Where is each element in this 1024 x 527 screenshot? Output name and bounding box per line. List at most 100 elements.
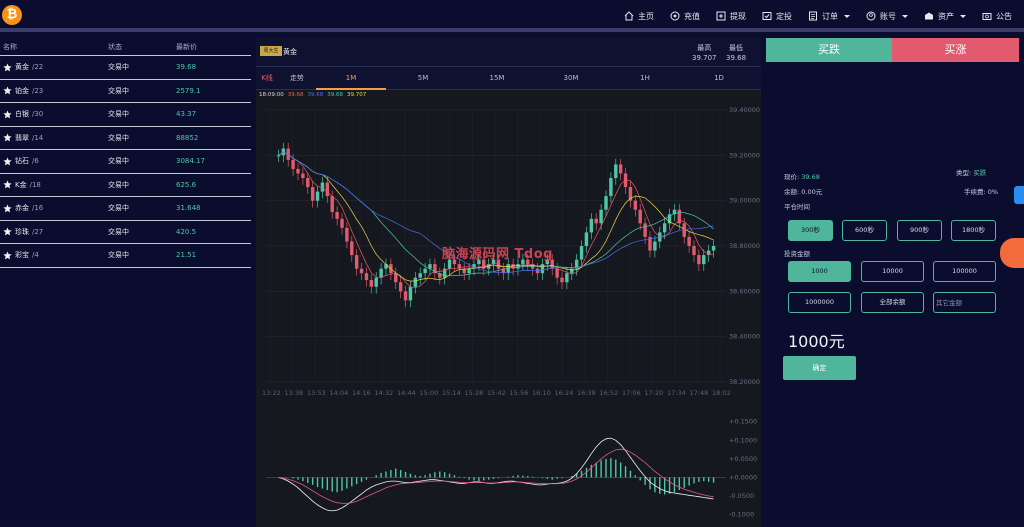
list-item[interactable]: 彩宝/4 交易中 21.51 — [0, 244, 251, 268]
x-tick-label: 13:38 — [285, 389, 304, 397]
amount-option[interactable]: 100000 — [933, 261, 996, 282]
candle-body — [330, 196, 334, 212]
x-tick-label: 16:38 — [577, 389, 596, 397]
candle-body — [711, 246, 716, 251]
candle-body — [413, 277, 418, 287]
nav-label: 账号 — [880, 11, 896, 21]
bitcoin-logo-icon[interactable]: ₿ — [2, 5, 22, 25]
candle-body — [692, 246, 696, 256]
x-tick-label: 17:34 — [667, 389, 686, 397]
close-time-option[interactable]: 1800秒 — [951, 220, 996, 241]
candle-body — [609, 178, 613, 197]
buy-rise-button[interactable]: 买涨 — [892, 38, 1019, 62]
confirm-button[interactable]: 确定 — [783, 356, 856, 380]
candle-body — [394, 273, 398, 283]
amount-option[interactable]: 全部余额 — [861, 292, 924, 313]
macd-tick-label: -0.1000 — [729, 511, 754, 519]
custom-amount-input[interactable] — [933, 292, 996, 313]
x-tick-label: 17:48 — [690, 389, 709, 397]
list-item[interactable]: 白银/30 交易中 43.37 — [0, 103, 251, 127]
amount-option[interactable]: 1000000 — [788, 292, 851, 313]
nav-item-5[interactable]: 账号 — [858, 11, 916, 22]
star-icon[interactable] — [3, 157, 12, 166]
item-price: 3084.17 — [176, 157, 205, 166]
kline-chart[interactable]: 39.40000 39.20000 39.00000 38.80000 38.60000… — [256, 100, 761, 527]
x-tick-label: 17:20 — [645, 389, 664, 397]
x-tick-label: 16:24 — [555, 389, 574, 397]
amount-option[interactable]: 1000 — [788, 261, 851, 282]
fee-value: 0% — [987, 188, 999, 196]
tab-4[interactable]: 15M — [460, 67, 534, 90]
y-tick-label: 39.00000 — [729, 197, 760, 205]
close-time-option[interactable]: 300秒 — [788, 220, 833, 241]
star-icon[interactable] — [3, 86, 12, 95]
user-icon — [866, 11, 876, 21]
nav-item-6[interactable]: 资产 — [916, 11, 974, 22]
type-value: 买跌 — [973, 169, 987, 177]
nav-item-2[interactable]: 提现 — [708, 11, 754, 22]
nav-item-7[interactable]: 公告 — [974, 11, 1020, 22]
nav-item-3[interactable]: 定投 — [754, 11, 800, 22]
item-price: 31.648 — [176, 204, 201, 213]
candle-body — [653, 241, 657, 251]
tab-5[interactable]: 30M — [534, 67, 608, 90]
x-tick-label: 16:10 — [532, 389, 551, 397]
candle-body — [418, 273, 422, 278]
tab-3[interactable]: 5M — [386, 67, 460, 90]
tab-2[interactable]: 1M — [316, 67, 386, 90]
close-time-option[interactable]: 600秒 — [842, 220, 887, 241]
x-tick-label: 16:52 — [600, 389, 619, 397]
service-icon[interactable] — [1000, 238, 1024, 268]
list-item[interactable]: 黄金/22 交易中 39.68 — [0, 56, 251, 80]
tab-7[interactable]: 1D — [682, 67, 756, 90]
nav-item-1[interactable]: 充值 — [662, 11, 708, 22]
amount-option[interactable]: 10000 — [861, 261, 924, 282]
asset-icon — [925, 12, 933, 20]
balance-value: 0.00元 — [801, 188, 823, 196]
x-tick-label: 13:53 — [307, 389, 326, 397]
star-icon[interactable] — [3, 110, 12, 119]
item-name: 白银 — [15, 110, 29, 119]
star-icon[interactable] — [3, 227, 12, 236]
star-icon[interactable] — [3, 180, 12, 189]
list-item[interactable]: 翡翠/14 交易中 88852 — [0, 127, 251, 150]
list-item[interactable]: 赤金/16 交易中 31.648 — [0, 197, 251, 221]
tab-6[interactable]: 1H — [608, 67, 682, 90]
item-state: 交易中 — [108, 251, 129, 260]
share-icon[interactable] — [1014, 186, 1024, 204]
item-state: 交易中 — [108, 86, 129, 95]
list-item[interactable]: 钻石/6 交易中 3084.17 — [0, 150, 251, 174]
star-icon[interactable] — [3, 133, 12, 142]
chart-panel: 周大生 黄金 最高 39.707 最低 39.68 K线 走势 1M 5M 15M 30M… — [256, 38, 761, 527]
tab-1[interactable]: 走势 — [278, 67, 316, 90]
item-price: 43.37 — [176, 110, 197, 119]
nav-item-4[interactable]: 订单 — [800, 11, 858, 22]
legend-value-4: 39.707 — [346, 92, 367, 98]
list-item[interactable]: 珍珠/27 交易中 420.5 — [0, 221, 251, 244]
low-label: 最低 — [729, 44, 744, 52]
nav-label: 定投 — [776, 11, 792, 21]
star-icon[interactable] — [3, 251, 12, 260]
macd-line — [278, 437, 714, 512]
candle-body — [570, 268, 574, 274]
buy-fall-button[interactable]: 买跌 — [766, 38, 892, 62]
star-icon[interactable] — [3, 63, 12, 72]
y-tick-label: 38.60000 — [729, 287, 760, 295]
chart-header: 周大生 黄金 最高 39.707 最低 39.68 — [256, 38, 761, 67]
list-item[interactable]: K金/18 交易中 625.6 — [0, 174, 251, 197]
item-name-cell: 钻石/6 — [0, 156, 108, 166]
close-time-option[interactable]: 900秒 — [897, 220, 942, 241]
star-icon[interactable] — [3, 204, 12, 213]
item-name-cell: 铂金/23 — [0, 86, 108, 96]
legend-value-3: 39.68 — [327, 92, 343, 98]
list-item[interactable]: 铂金/23 交易中 2579.1 — [0, 80, 251, 103]
y-tick-label: 39.20000 — [729, 151, 760, 159]
candle-body — [320, 182, 325, 192]
item-count: /18 — [29, 180, 41, 189]
item-count: /14 — [32, 133, 44, 142]
fee: 手续费: 0% — [964, 186, 998, 196]
amount-title: 投资金额 — [784, 250, 810, 258]
tab-0[interactable]: K线 — [256, 67, 278, 90]
candle-body — [296, 168, 300, 174]
nav-item-0[interactable]: 主页 — [616, 11, 662, 22]
